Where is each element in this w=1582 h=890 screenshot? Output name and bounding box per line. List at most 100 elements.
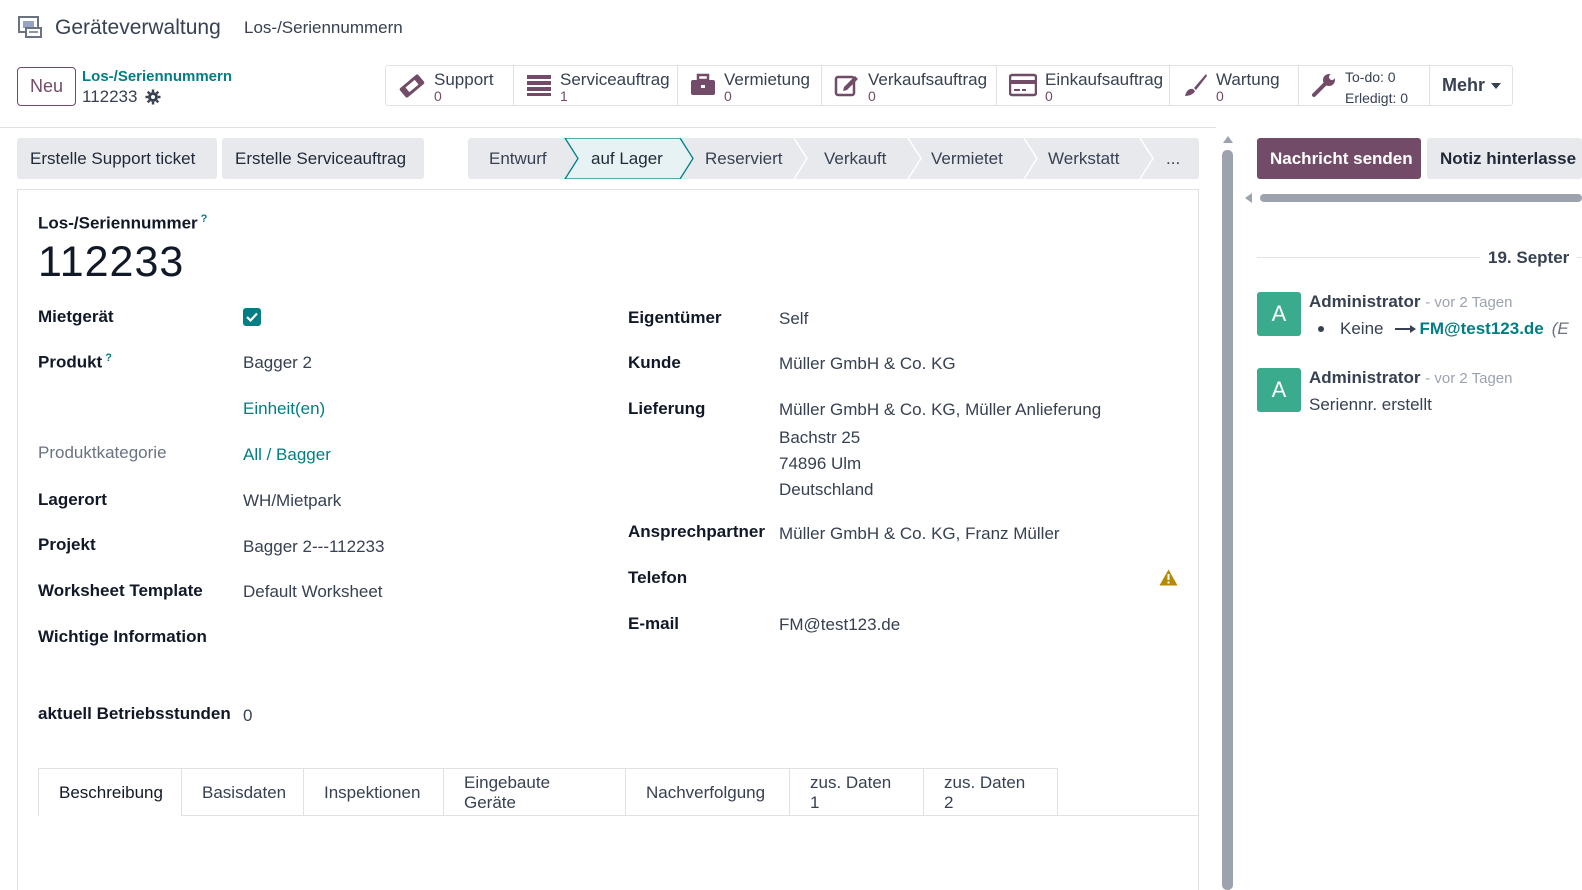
- einkaufsauftrag-count: 0: [1045, 88, 1053, 104]
- message-header: Administrator - vor 2 Tagen: [1309, 368, 1512, 388]
- more-dropdown-button[interactable]: Mehr: [1430, 66, 1512, 105]
- owner-label: Eigentümer: [628, 308, 722, 327]
- tab-nachverfolgung[interactable]: Nachverfolgung: [626, 768, 790, 816]
- delivery-address-line1[interactable]: Müller GmbH & Co. KG, Müller Anlieferung: [779, 400, 1101, 420]
- product-label: Produkt?: [38, 352, 112, 373]
- owner-field[interactable]: Self: [779, 309, 808, 329]
- vermietung-smart-button[interactable]: Vermietung 0: [678, 66, 822, 105]
- new-button[interactable]: Neu: [17, 67, 76, 106]
- todo-count: To-do: 0: [1345, 69, 1396, 85]
- list-icon: [527, 75, 551, 96]
- rental-device-checkbox[interactable]: [243, 308, 261, 326]
- customer-label: Kunde: [628, 353, 681, 372]
- avatar[interactable]: A: [1257, 292, 1301, 336]
- tracking-value-change: Keine FM@test123.de (E: [1318, 319, 1569, 339]
- brush-icon: [1185, 74, 1207, 96]
- message-body: Seriennr. erstellt: [1309, 395, 1432, 414]
- unit-link[interactable]: Einheit(en): [243, 399, 325, 419]
- vertical-scrollbar[interactable]: [1221, 132, 1235, 890]
- status-reserviert[interactable]: Reserviert: [705, 138, 782, 179]
- serviceauftrag-smart-button[interactable]: Serviceauftrag 1: [514, 66, 678, 105]
- create-service-order-button[interactable]: Erstelle Serviceauftrag: [222, 138, 424, 179]
- tab-zus-daten-1[interactable]: zus. Daten 1: [790, 768, 924, 816]
- message-author[interactable]: Administrator: [1309, 368, 1420, 387]
- product-label-text: Produkt: [38, 352, 103, 372]
- status-entwurf[interactable]: Entwurf: [489, 138, 547, 179]
- tab-zus-daten-2[interactable]: zus. Daten 2: [924, 768, 1058, 816]
- edit-icon: [834, 75, 858, 97]
- operating-hours-label: aktuell Betriebsstunden: [38, 704, 231, 723]
- breadcrumb-current-label: 112233: [82, 87, 138, 106]
- verkaufsauftrag-smart-button[interactable]: Verkaufsauftrag 0: [822, 66, 997, 105]
- status-vermietet[interactable]: Vermietet: [931, 138, 1003, 179]
- briefcase-icon: [691, 73, 715, 95]
- help-tooltip-icon[interactable]: ?: [201, 213, 208, 225]
- verkaufsauftrag-count: 0: [868, 88, 876, 104]
- status-more[interactable]: ...: [1166, 138, 1180, 179]
- tab-underline: [182, 815, 1198, 816]
- worksheet-template-field[interactable]: Default Worksheet: [243, 582, 383, 602]
- breadcrumb-current: 112233: [82, 87, 161, 107]
- einkaufsauftrag-smart-button[interactable]: Einkaufsauftrag 0: [997, 66, 1170, 105]
- menu-item-serial-numbers[interactable]: Los-/Seriennummern: [244, 18, 403, 38]
- scroll-up-arrow-icon[interactable]: [1221, 134, 1235, 146]
- status-werkstatt[interactable]: Werkstatt: [1048, 138, 1119, 179]
- serviceauftrag-label: Serviceauftrag: [560, 70, 670, 89]
- rental-device-label: Mietgerät: [38, 307, 114, 326]
- support-smart-button[interactable]: Support 0: [386, 66, 514, 105]
- horizontal-scrollbar-thumb[interactable]: [1260, 194, 1582, 202]
- location-field[interactable]: WH/Mietpark: [243, 491, 341, 511]
- tab-basisdaten[interactable]: Basisdaten: [182, 768, 304, 816]
- horizontal-scrollbar[interactable]: [1243, 192, 1582, 204]
- customer-field[interactable]: Müller GmbH & Co. KG: [779, 354, 956, 374]
- phone-label: Telefon: [628, 568, 688, 587]
- product-category-label: Produktkategorie: [38, 443, 167, 462]
- project-field[interactable]: Bagger 2---112233: [243, 537, 384, 557]
- product-field[interactable]: Bagger 2: [243, 353, 312, 373]
- bullet: [1318, 326, 1324, 332]
- log-note-button[interactable]: Notiz hinterlasse: [1427, 138, 1582, 179]
- help-tooltip-icon[interactable]: ?: [105, 352, 112, 364]
- email-label: E-mail: [628, 614, 680, 633]
- breadcrumb-parent-link[interactable]: Los-/Seriennummern: [82, 68, 232, 85]
- wartung-smart-button[interactable]: Wartung 0: [1170, 66, 1299, 105]
- check-icon: [246, 312, 258, 322]
- scrollbar-thumb[interactable]: [1222, 150, 1233, 890]
- status-verkauft[interactable]: Verkauft: [824, 138, 886, 179]
- statusbar: Entwurf auf Lager Reserviert Verkauft Ve…: [468, 138, 1199, 179]
- app-title[interactable]: Geräteverwaltung: [55, 16, 221, 40]
- gear-icon[interactable]: [145, 89, 161, 105]
- tab-eingebaute-geraete[interactable]: Eingebaute Geräte: [444, 768, 626, 816]
- important-info-label: Wichtige Information: [38, 627, 207, 646]
- contact-person-field[interactable]: Müller GmbH & Co. KG, Franz Müller: [779, 524, 1060, 544]
- ticket-icon: [399, 74, 425, 98]
- message-header: Administrator - vor 2 Tagen: [1309, 292, 1512, 312]
- message-author[interactable]: Administrator: [1309, 292, 1420, 311]
- control-panel-divider: [0, 127, 1216, 128]
- notebook-tabs: Beschreibung Basisdaten Inspektionen Ein…: [38, 768, 1058, 816]
- warning-icon[interactable]: [1159, 569, 1178, 586]
- delivery-address-line2: Bachstr 25: [779, 428, 861, 447]
- status-auf-lager[interactable]: auf Lager: [591, 138, 663, 179]
- scroll-left-arrow-icon[interactable]: [1243, 192, 1253, 204]
- vermietung-label: Vermietung: [724, 70, 810, 89]
- caret-down-icon: [1491, 82, 1502, 89]
- credit-card-icon: [1009, 73, 1037, 97]
- create-support-ticket-button[interactable]: Erstelle Support ticket: [17, 138, 217, 179]
- product-category-link[interactable]: All / Bagger: [243, 445, 331, 465]
- more-label: Mehr: [1442, 75, 1486, 95]
- tracking-new-value[interactable]: FM@test123.de: [1419, 319, 1543, 339]
- tab-beschreibung[interactable]: Beschreibung: [38, 768, 182, 816]
- support-label: Support: [434, 70, 494, 89]
- wartung-count: 0: [1216, 88, 1224, 104]
- email-field[interactable]: FM@test123.de: [779, 615, 900, 635]
- date-separator-label: 19. Septer: [1480, 248, 1578, 268]
- todo-smart-button[interactable]: To-do: 0 Erledigt: 0: [1299, 66, 1430, 106]
- avatar[interactable]: A: [1257, 368, 1301, 412]
- tab-inspektionen[interactable]: Inspektionen: [304, 768, 444, 816]
- app-icon[interactable]: [17, 14, 43, 40]
- serviceauftrag-count: 1: [560, 88, 568, 104]
- operating-hours-field[interactable]: 0: [243, 706, 252, 726]
- serial-number-title[interactable]: 112233: [38, 238, 184, 287]
- send-message-button[interactable]: Nachricht senden: [1257, 138, 1421, 179]
